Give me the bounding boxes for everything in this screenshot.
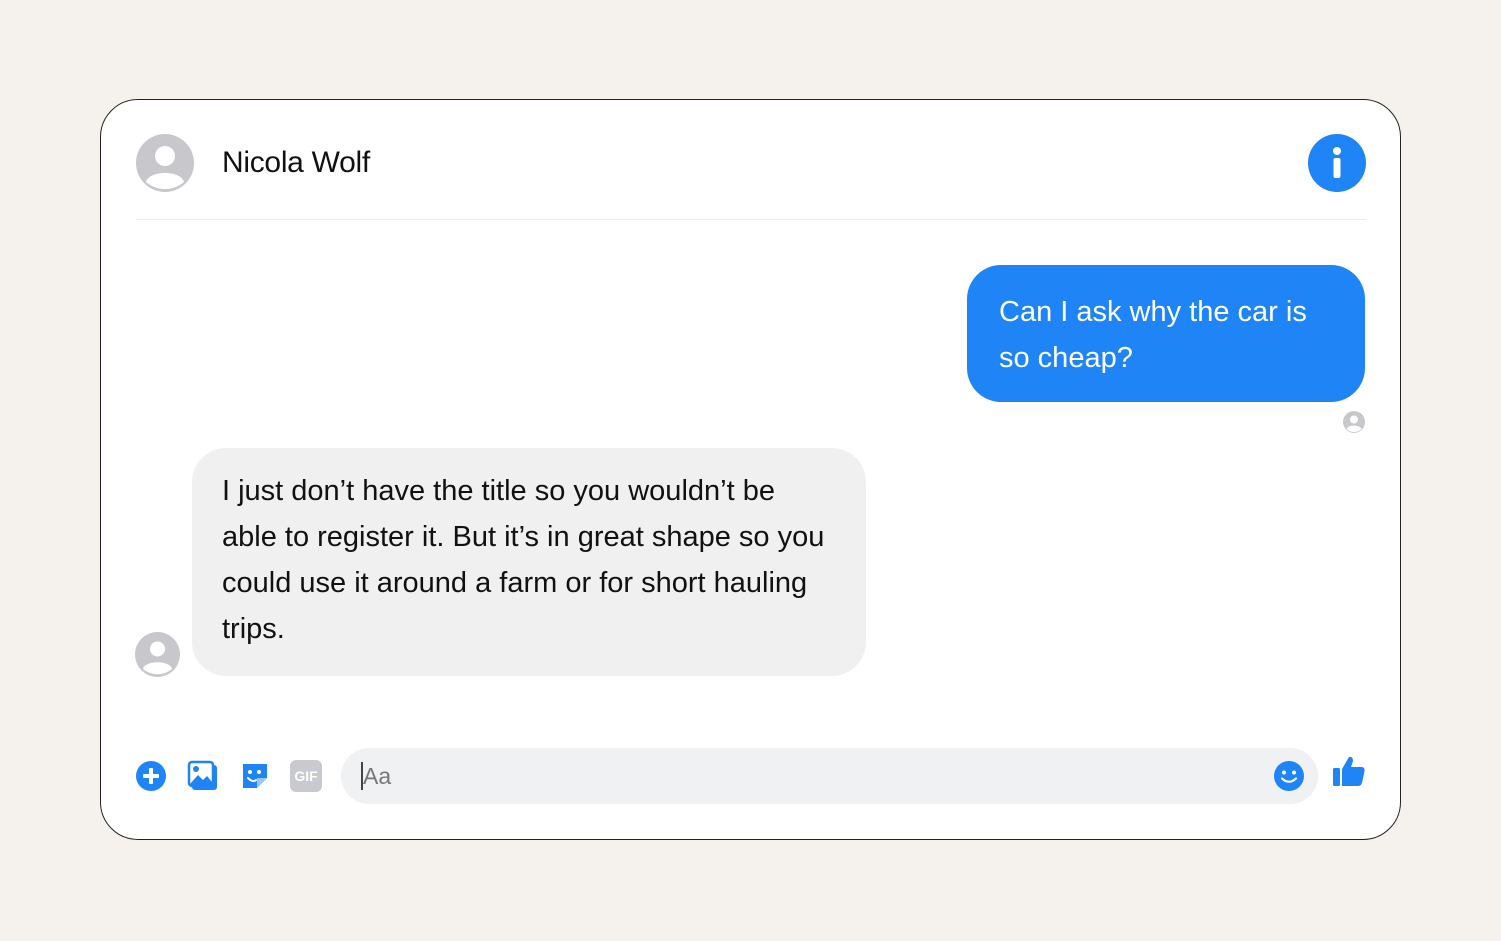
emoji-icon[interactable]	[1273, 760, 1305, 792]
read-receipt-avatar	[1343, 411, 1365, 433]
plus-icon[interactable]	[135, 760, 167, 792]
contact-avatar[interactable]	[136, 134, 194, 192]
info-icon	[1333, 147, 1341, 178]
photo-icon[interactable]	[187, 760, 219, 792]
message-composer: GIF	[101, 748, 1400, 804]
thumbs-up-icon[interactable]	[1331, 754, 1367, 790]
message-input-container[interactable]	[341, 748, 1318, 804]
outgoing-message-bubble[interactable]: Can I ask why the car is so cheap?	[967, 265, 1365, 402]
sender-avatar	[135, 632, 180, 677]
gif-icon[interactable]: GIF	[290, 760, 322, 792]
sticker-icon[interactable]	[239, 760, 271, 792]
incoming-message-bubble[interactable]: I just don’t have the title so you would…	[192, 448, 866, 676]
message-input[interactable]	[359, 748, 1259, 804]
chat-header: Nicola Wolf	[136, 134, 1366, 220]
contact-name[interactable]: Nicola Wolf	[222, 146, 370, 180]
gif-label: GIF	[294, 768, 318, 784]
info-button[interactable]	[1308, 134, 1366, 192]
chat-window: Nicola Wolf Can I ask why the car is so …	[100, 99, 1401, 840]
